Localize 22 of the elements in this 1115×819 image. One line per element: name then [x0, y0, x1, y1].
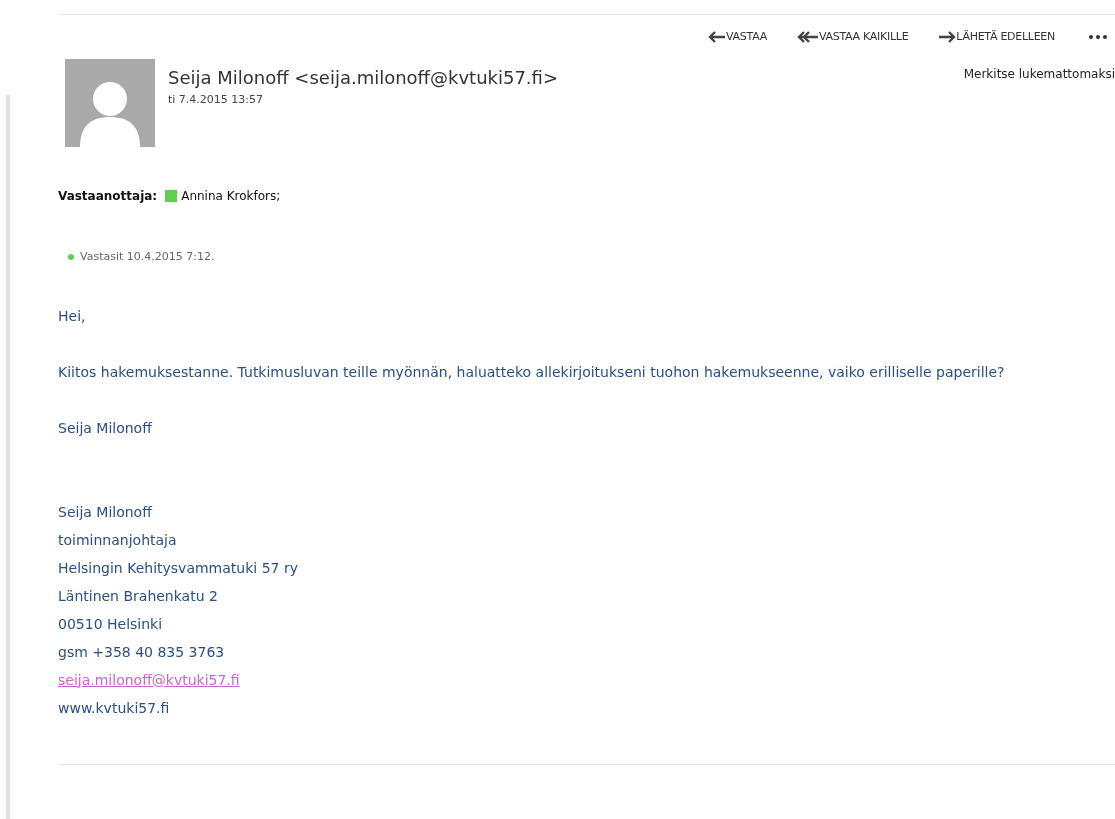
recipient-name: Annina Krokfors;: [181, 188, 281, 205]
signature-line: Helsingin Kehitysvammatuki 57 ry: [58, 558, 298, 578]
signature-line: gsm +358 40 835 3763: [58, 642, 225, 662]
reply-all-button[interactable]: VASTAA KAIKILLE: [796, 28, 909, 46]
body-paragraph: Seija Milonoff: [58, 418, 154, 438]
forward-button[interactable]: LÄHETÄ EDELLEEN: [938, 28, 1055, 46]
signature-line: Seija Milonoff: [58, 502, 152, 522]
reply-button[interactable]: VASTAA: [708, 28, 767, 46]
signature-line: www.kvtuki57.fi: [58, 698, 170, 718]
sent-date: ti 7.4.2015 13:57: [168, 92, 265, 108]
body-paragraph: Kiitos hakemuksestanne. Tutkimusluvan teille myönnän, haluatteko allekirjoitukseni tuohon hakemukseenne, vaiko erilliselle paperille?: [58, 362, 1006, 382]
recipients-label: Vastaanottaja:: [58, 188, 158, 205]
replied-status: Vastasit 10.4.2015 7:12.: [80, 249, 215, 265]
double-arrow-left-icon: [796, 31, 819, 43]
sender-name: Seija Milonoff <seija.milonoff@kvtuki57.fi>: [168, 66, 559, 90]
signature-line: 00510 Helsinki: [58, 614, 163, 634]
arrow-left-icon: [708, 31, 727, 43]
signature-line: Läntinen Brahenkatu 2: [58, 586, 218, 606]
body-paragraph: Hei,: [58, 306, 87, 326]
signature-line: toiminnanjohtaja: [58, 530, 177, 550]
mark-unread-link[interactable]: Merkitse lukemattomaksi: [963, 65, 1115, 83]
arrow-right-icon: [938, 31, 957, 43]
